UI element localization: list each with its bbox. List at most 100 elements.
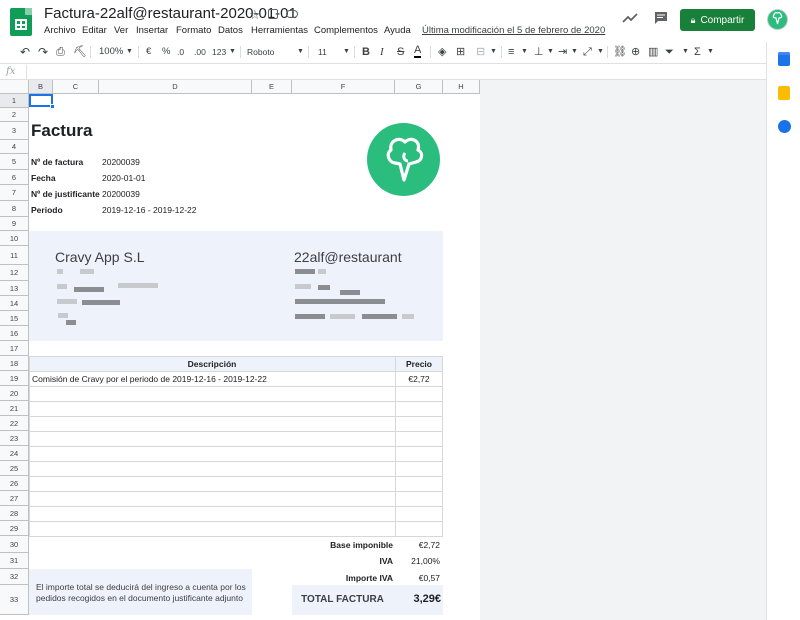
row-header-16[interactable]: 16 bbox=[0, 326, 29, 341]
text-color-button[interactable]: A bbox=[414, 44, 422, 58]
font-select[interactable]: Roboto bbox=[247, 44, 274, 60]
row-header-29[interactable]: 29 bbox=[0, 521, 29, 536]
functions-button[interactable]: Σ bbox=[694, 44, 701, 60]
row-header-11[interactable]: 11 bbox=[0, 246, 29, 265]
menu-datos[interactable]: Datos bbox=[218, 25, 243, 36]
horizontal-align-icon[interactable]: ≡ bbox=[508, 44, 514, 60]
font-size-select[interactable]: 11 bbox=[318, 44, 327, 60]
more-formats-chevron-icon[interactable]: ▼ bbox=[229, 44, 236, 60]
row-header-24[interactable]: 24 bbox=[0, 446, 29, 461]
row-header-13[interactable]: 13 bbox=[0, 281, 29, 296]
row-header-9[interactable]: 9 bbox=[0, 217, 29, 231]
row-header-27[interactable]: 27 bbox=[0, 491, 29, 506]
text-rotation-icon[interactable]: ⤢ bbox=[583, 44, 592, 60]
row-header-6[interactable]: 6 bbox=[0, 170, 29, 185]
col-header-c[interactable]: C bbox=[53, 80, 99, 94]
row-header-7[interactable]: 7 bbox=[0, 185, 29, 201]
row-header-3[interactable]: 3 bbox=[0, 122, 29, 140]
increase-decimals-button[interactable]: .00 bbox=[194, 44, 206, 60]
row-header-8[interactable]: 8 bbox=[0, 201, 29, 217]
row-header-33[interactable]: 33 bbox=[0, 585, 29, 615]
row-header-21[interactable]: 21 bbox=[0, 401, 29, 416]
menu-insertar[interactable]: Insertar bbox=[136, 25, 168, 36]
font-size-chevron-icon[interactable]: ▼ bbox=[343, 44, 350, 60]
row-header-26[interactable]: 26 bbox=[0, 476, 29, 491]
col-header-g[interactable]: G bbox=[395, 80, 443, 94]
halign-chevron-icon[interactable]: ▼ bbox=[521, 44, 528, 60]
row-header-28[interactable]: 28 bbox=[0, 506, 29, 521]
print-icon[interactable]: ⎙ bbox=[56, 44, 65, 60]
keep-icon[interactable] bbox=[778, 86, 790, 100]
col-header-h[interactable]: H bbox=[443, 80, 480, 94]
row-header-4[interactable]: 4 bbox=[0, 140, 29, 154]
row-header-19[interactable]: 19 bbox=[0, 371, 29, 386]
row-header-1[interactable]: 1 bbox=[0, 94, 29, 108]
col-header-e[interactable]: E bbox=[252, 80, 292, 94]
functions-chevron-icon[interactable]: ▼ bbox=[707, 44, 714, 60]
menu-ayuda[interactable]: Ayuda bbox=[384, 25, 411, 36]
menu-ver[interactable]: Ver bbox=[114, 25, 128, 36]
avatar[interactable] bbox=[767, 9, 788, 30]
merge-cells-icon[interactable]: ⊟ bbox=[476, 44, 485, 60]
star-icon[interactable]: ☆ bbox=[249, 7, 261, 23]
valign-chevron-icon[interactable]: ▼ bbox=[547, 44, 554, 60]
menu-formato[interactable]: Formato bbox=[176, 25, 211, 36]
col-header-b[interactable]: B bbox=[29, 80, 53, 94]
insert-chart-icon[interactable]: ▥ bbox=[648, 44, 658, 60]
fill-color-icon[interactable]: ◈ bbox=[438, 44, 446, 60]
last-edit-link[interactable]: Última modificación el 5 de febrero de 2… bbox=[422, 25, 605, 36]
row-header-30[interactable]: 30 bbox=[0, 536, 29, 553]
zoom-chevron-down-icon[interactable]: ▼ bbox=[126, 44, 133, 60]
menu-complementos[interactable]: Complementos bbox=[314, 25, 378, 36]
cloud-status-icon[interactable] bbox=[286, 10, 298, 18]
move-folder-icon[interactable] bbox=[268, 9, 278, 19]
row-header-23[interactable]: 23 bbox=[0, 431, 29, 446]
bold-button[interactable]: B bbox=[362, 44, 370, 60]
col-header-f[interactable]: F bbox=[292, 80, 395, 94]
row-header-18[interactable]: 18 bbox=[0, 356, 29, 371]
merge-chevron-icon[interactable]: ▼ bbox=[490, 44, 497, 60]
filter-chevron-icon[interactable]: ▼ bbox=[682, 44, 689, 60]
rotation-chevron-icon[interactable]: ▼ bbox=[597, 44, 604, 60]
fill-handle[interactable] bbox=[50, 104, 55, 109]
filter-icon[interactable]: ⏷ bbox=[665, 44, 674, 60]
share-button[interactable]: 🔒︎ Compartir bbox=[680, 9, 755, 31]
sheets-logo[interactable] bbox=[10, 8, 32, 36]
redo-icon[interactable]: ↷ bbox=[38, 44, 48, 60]
menu-editar[interactable]: Editar bbox=[82, 25, 107, 36]
row-header-12[interactable]: 12 bbox=[0, 265, 29, 281]
col-header-d[interactable]: D bbox=[99, 80, 252, 94]
currency-format-button[interactable]: € bbox=[146, 44, 151, 60]
borders-icon[interactable]: ⊞ bbox=[456, 44, 465, 60]
row-header-2[interactable]: 2 bbox=[0, 108, 29, 122]
menu-archivo[interactable]: Archivo bbox=[44, 25, 76, 36]
row-header-25[interactable]: 25 bbox=[0, 461, 29, 476]
formula-bar[interactable] bbox=[0, 64, 766, 80]
vertical-align-icon[interactable]: ⊥ bbox=[534, 44, 544, 60]
select-all-corner[interactable] bbox=[0, 80, 29, 94]
tasks-icon[interactable] bbox=[778, 120, 791, 133]
row-header-14[interactable]: 14 bbox=[0, 296, 29, 311]
row-header-31[interactable]: 31 bbox=[0, 553, 29, 569]
paint-format-icon[interactable]: ⛏︎ bbox=[73, 44, 87, 60]
decrease-decimals-button[interactable]: .0 bbox=[177, 44, 184, 60]
insert-comment-icon[interactable]: ⊕ bbox=[631, 44, 640, 60]
comments-icon[interactable] bbox=[654, 11, 668, 25]
italic-button[interactable]: I bbox=[380, 44, 384, 60]
row-header-20[interactable]: 20 bbox=[0, 386, 29, 401]
zoom-select[interactable]: 100% bbox=[99, 44, 123, 60]
wrap-chevron-icon[interactable]: ▼ bbox=[571, 44, 578, 60]
activity-trend-icon[interactable] bbox=[622, 12, 638, 24]
undo-icon[interactable]: ↶ bbox=[20, 44, 30, 60]
row-header-5[interactable]: 5 bbox=[0, 154, 29, 170]
text-wrap-icon[interactable]: ⇥ bbox=[558, 44, 567, 60]
more-formats-button[interactable]: 123 bbox=[212, 44, 226, 60]
row-header-22[interactable]: 22 bbox=[0, 416, 29, 431]
percent-format-button[interactable]: % bbox=[162, 44, 170, 60]
calendar-icon[interactable] bbox=[778, 52, 790, 66]
insert-link-icon[interactable]: ⛓︎ bbox=[613, 44, 627, 60]
row-header-17[interactable]: 17 bbox=[0, 341, 29, 356]
menu-herramientas[interactable]: Herramientas bbox=[251, 25, 308, 36]
strikethrough-button[interactable]: S bbox=[397, 44, 404, 60]
row-header-10[interactable]: 10 bbox=[0, 231, 29, 246]
